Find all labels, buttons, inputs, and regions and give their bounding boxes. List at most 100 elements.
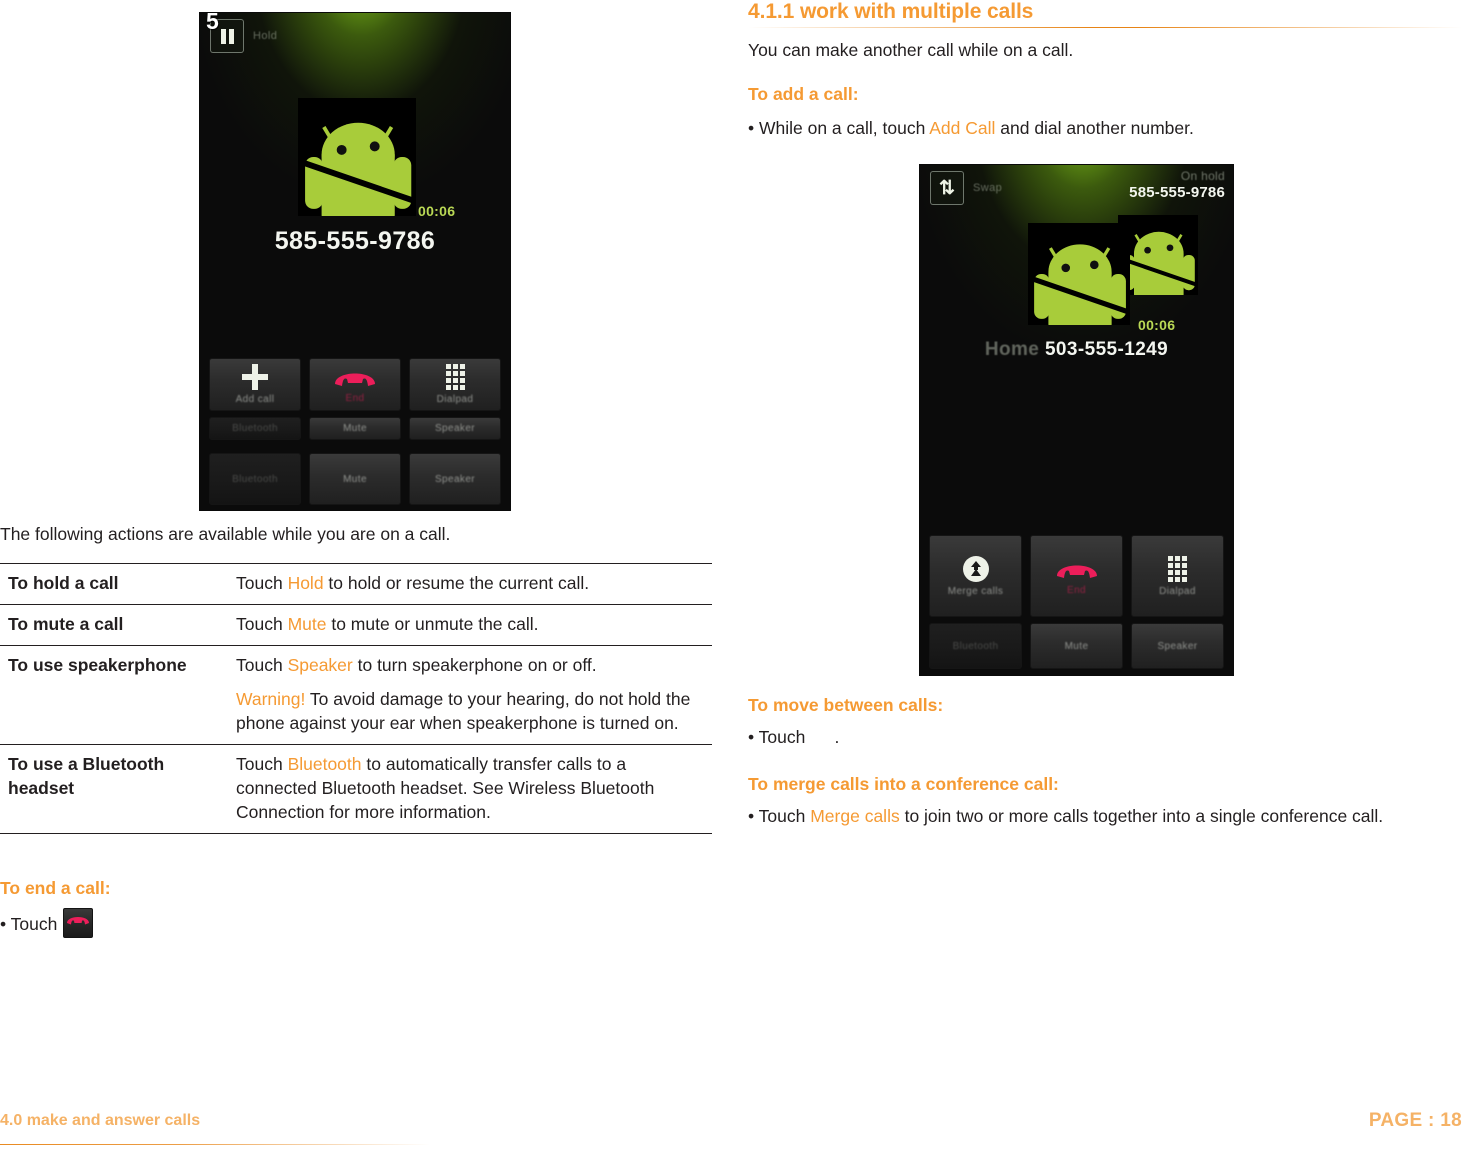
- merge-calls-label: Merge calls: [947, 585, 1004, 597]
- move-between-calls-bullet: • Touch .: [748, 727, 840, 747]
- row-key: To use speakerphone: [0, 645, 230, 745]
- page-footer: 4.0 make and answer calls PAGE : 18: [0, 1106, 1462, 1152]
- swap-button[interactable]: ⇅: [930, 171, 964, 205]
- term-speaker: Speaker: [287, 655, 353, 675]
- txt: to turn speakerphone on or off.: [352, 655, 597, 675]
- merge-calls-button[interactable]: Merge calls: [929, 535, 1022, 617]
- speaker-button[interactable]: Speaker: [409, 417, 501, 440]
- speaker-label-2: Speaker: [434, 473, 476, 485]
- mute-label: Mute: [343, 423, 367, 434]
- txt: Touch: [236, 573, 288, 593]
- merge-calls-icon: [962, 555, 989, 582]
- screenshot-multiple-calls: ⇅ Swap On hold 585-555-9786 00:06 Home 5…: [920, 165, 1233, 675]
- android-robot-icon: [1030, 244, 1129, 325]
- end-call-icon: [67, 917, 90, 925]
- speaker-label: Speaker: [1157, 640, 1198, 652]
- footer-rule: [0, 1144, 430, 1145]
- swap-icon: ⇅: [939, 177, 955, 199]
- bluetooth-button[interactable]: Bluetooth: [209, 417, 301, 440]
- active-caller-avatar: [1028, 223, 1130, 325]
- dialpad-button[interactable]: Dialpad: [409, 358, 501, 411]
- call-action-grid-row2: Bluetooth Mute Speaker: [200, 453, 510, 505]
- row-value: Touch Hold to hold or resume the current…: [230, 563, 712, 605]
- merge-calls-heading: To merge calls into a conference call:: [748, 774, 1059, 794]
- end-call-heading: To end a call:: [0, 878, 111, 898]
- txt: Touch: [236, 754, 288, 774]
- speaker-button-row[interactable]: Speaker: [409, 453, 501, 505]
- caller-avatar: [298, 98, 416, 216]
- table-row: To use a Bluetooth headset Touch Bluetoo…: [0, 744, 712, 834]
- footer-page-number: PAGE : 18: [1368, 1110, 1462, 1131]
- end-call-icon-inline[interactable]: [63, 908, 94, 938]
- call-topbar: Hold: [200, 13, 510, 59]
- left-intro-text: The following actions are available whil…: [0, 524, 451, 544]
- on-hold-number: 585-555-9786: [1129, 184, 1225, 201]
- section-rule: [748, 27, 1462, 28]
- call-action-grid-row2: Bluetooth Mute Speaker: [920, 623, 1233, 669]
- term-mute: Mute: [287, 614, 327, 634]
- row-key: To mute a call: [0, 604, 230, 646]
- end-call-bullet: • Touch: [0, 908, 94, 938]
- dialpad-label: Dialpad: [436, 394, 474, 405]
- on-hold-label: On hold: [1180, 169, 1225, 183]
- keypad-icon: [445, 364, 465, 390]
- plus-icon: [242, 364, 268, 390]
- end-call-icon: [332, 365, 378, 389]
- end-call-icon: [1054, 557, 1100, 581]
- caller-number: 585-555-9786: [274, 227, 436, 255]
- hold-button-label: Hold: [253, 30, 278, 42]
- dialpad-label: Dialpad: [1159, 585, 1196, 597]
- pause-icon: [220, 28, 234, 44]
- call-actions-table-wrap: To hold a call Touch Hold to hold or res…: [0, 563, 712, 834]
- mute-label-2: Mute: [343, 473, 367, 485]
- merge-calls-bullet: • Touch Merge calls to join two or more …: [748, 804, 1462, 828]
- right-intro-text: You can make another call while on a cal…: [748, 40, 1074, 60]
- call-action-grid: Merge calls End Dialpad: [920, 535, 1233, 617]
- call-timer: 00:06: [418, 203, 456, 219]
- term-hold: Hold: [287, 573, 324, 593]
- txt: • Touch: [748, 806, 811, 826]
- add-call-heading: To add a call:: [748, 84, 859, 104]
- table-row: To use speakerphone Touch Speaker to tur…: [0, 645, 712, 745]
- warning-label: Warning!: [236, 689, 306, 709]
- end-call-button[interactable]: End: [309, 358, 401, 411]
- txt: to hold or resume the current call.: [323, 573, 590, 593]
- active-caller-line: Home 503-555-1249: [920, 339, 1233, 361]
- txt: To avoid damage to your hearing, do not …: [236, 689, 691, 733]
- bluetooth-button-row[interactable]: Bluetooth: [209, 453, 301, 505]
- add-call-button[interactable]: Add call: [209, 358, 301, 411]
- active-caller-number: 503-555-1249: [1044, 339, 1169, 360]
- dialpad-button[interactable]: Dialpad: [1131, 535, 1224, 617]
- bluetooth-label-2: Bluetooth: [232, 473, 278, 485]
- txt: to join two or more calls together into …: [899, 806, 1384, 826]
- footer-section-label: 4.0 make and answer calls: [0, 1112, 201, 1129]
- row-key: To hold a call: [0, 563, 230, 605]
- row-value: Touch Bluetooth to automatically transfe…: [230, 744, 712, 834]
- keypad-icon: [1168, 555, 1187, 582]
- bluetooth-button[interactable]: Bluetooth: [929, 623, 1022, 669]
- term-merge-calls: Merge calls: [810, 806, 900, 826]
- speaker-label: Speaker: [434, 423, 476, 434]
- mute-button[interactable]: Mute: [309, 417, 401, 440]
- end-call-button[interactable]: End: [1030, 535, 1123, 617]
- mute-button[interactable]: Mute: [1030, 623, 1123, 669]
- row-value: Touch Mute to mute or unmute the call.: [230, 604, 712, 646]
- call-timer: 00:06: [1138, 317, 1176, 333]
- bluetooth-label: Bluetooth: [232, 423, 278, 434]
- swap-button-label: Swap: [973, 182, 1003, 194]
- txt: and dial another number.: [995, 118, 1194, 138]
- call-action-grid: Add call End Dialpad Bluetooth Mute Spea…: [200, 358, 510, 440]
- held-caller-avatar: [1118, 215, 1198, 295]
- move-between-calls-heading: To move between calls:: [748, 695, 944, 715]
- speaker-button[interactable]: Speaker: [1131, 623, 1224, 669]
- row-key: To use a Bluetooth headset: [0, 744, 230, 834]
- add-call-bullet: • While on a call, touch Add Call and di…: [748, 116, 1194, 140]
- mute-button-row[interactable]: Mute: [309, 453, 401, 505]
- bluetooth-label: Bluetooth: [952, 640, 999, 652]
- android-robot-icon: [1119, 231, 1197, 295]
- end-call-label: End: [1067, 584, 1086, 596]
- mute-label: Mute: [1064, 640, 1089, 652]
- manual-page: Hold 5 00:06 585-555-9786 Add call End D…: [0, 0, 1462, 1152]
- txt: Touch: [236, 655, 288, 675]
- screenshot-single-call: Hold 5 00:06 585-555-9786 Add call End D…: [200, 13, 510, 510]
